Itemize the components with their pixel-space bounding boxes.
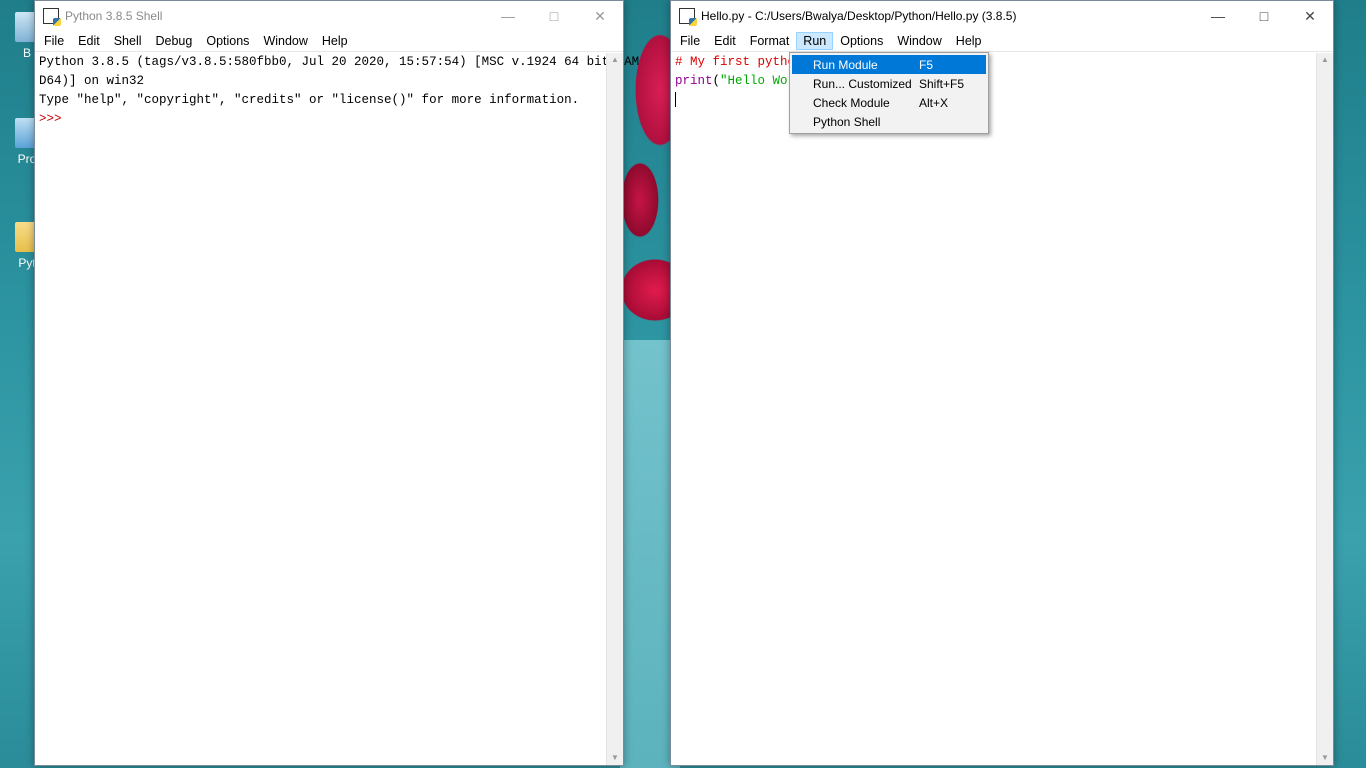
shell-prompt: >>> bbox=[39, 112, 62, 126]
scroll-up-icon[interactable]: ▲ bbox=[607, 53, 623, 67]
shell-window-title: Python 3.8.5 Shell bbox=[65, 9, 163, 23]
run-menu-dropdown: Run Module F5 Run... Customized Shift+F5… bbox=[789, 52, 989, 134]
shell-output-line: D64)] on win32 bbox=[39, 74, 145, 88]
shell-output-line: Type "help", "copyright", "credits" or "… bbox=[39, 93, 580, 107]
menu-item-shortcut: Alt+X bbox=[919, 95, 949, 110]
menu-item-label: Run Module bbox=[813, 57, 878, 72]
shell-output-line: Python 3.8.5 (tags/v3.8.5:580fbb0, Jul 2… bbox=[39, 55, 640, 69]
scroll-down-icon[interactable]: ▼ bbox=[1317, 751, 1333, 765]
menu-item-label: Check Module bbox=[813, 95, 890, 110]
shell-scrollbar[interactable]: ▲ ▼ bbox=[606, 53, 623, 765]
code-builtin: print bbox=[675, 74, 713, 88]
shell-titlebar[interactable]: Python 3.8.5 Shell — □ ✕ bbox=[35, 1, 623, 31]
code-editor[interactable]: # My first pytho print("Hello Wor bbox=[671, 53, 1317, 765]
editor-menu-run[interactable]: Run bbox=[796, 32, 834, 50]
code-line: # My first pytho bbox=[675, 53, 1317, 72]
editor-menu-help[interactable]: Help bbox=[949, 32, 989, 50]
editor-window: Hello.py - C:/Users/Bwalya/Desktop/Pytho… bbox=[670, 0, 1334, 766]
scroll-down-icon[interactable]: ▼ bbox=[607, 751, 623, 765]
maximize-icon[interactable]: □ bbox=[1241, 1, 1287, 31]
menu-item-check-module[interactable]: Check Module Alt+X bbox=[792, 93, 986, 112]
idle-app-icon bbox=[43, 8, 61, 26]
code-paren: ( bbox=[712, 74, 721, 88]
shell-menu-options[interactable]: Options bbox=[199, 32, 256, 50]
code-string: "Hello Wor bbox=[720, 74, 796, 88]
menu-item-label: Python Shell bbox=[813, 114, 881, 129]
editor-window-title: Hello.py - C:/Users/Bwalya/Desktop/Pytho… bbox=[701, 9, 1017, 23]
close-icon[interactable]: ✕ bbox=[1287, 1, 1333, 31]
editor-menu-file[interactable]: File bbox=[673, 32, 707, 50]
shell-output-area[interactable]: Python 3.8.5 (tags/v3.8.5:580fbb0, Jul 2… bbox=[35, 53, 640, 765]
shell-window-controls: — □ ✕ bbox=[485, 1, 623, 31]
minimize-icon[interactable]: — bbox=[485, 1, 531, 31]
editor-menu-options[interactable]: Options bbox=[833, 32, 890, 50]
python-shell-window: Python 3.8.5 Shell — □ ✕ File Edit Shell… bbox=[34, 0, 640, 766]
shell-menu-file[interactable]: File bbox=[37, 32, 71, 50]
editor-menu-edit[interactable]: Edit bbox=[707, 32, 743, 50]
editor-titlebar[interactable]: Hello.py - C:/Users/Bwalya/Desktop/Pytho… bbox=[671, 1, 1333, 31]
editor-scrollbar[interactable]: ▲ ▼ bbox=[1316, 53, 1333, 765]
menu-item-run-module[interactable]: Run Module F5 bbox=[792, 55, 986, 74]
menu-item-shortcut: Shift+F5 bbox=[919, 76, 965, 91]
maximize-icon[interactable]: □ bbox=[531, 1, 577, 31]
menu-item-shortcut: F5 bbox=[919, 57, 934, 72]
editor-menu-format[interactable]: Format bbox=[743, 32, 797, 50]
shell-menubar: File Edit Shell Debug Options Window Hel… bbox=[35, 31, 623, 52]
code-comment: # My first pytho bbox=[675, 55, 796, 69]
menu-item-python-shell[interactable]: Python Shell bbox=[792, 112, 986, 131]
shell-menu-edit[interactable]: Edit bbox=[71, 32, 107, 50]
shell-menu-help[interactable]: Help bbox=[315, 32, 355, 50]
text-cursor bbox=[675, 92, 676, 108]
editor-menu-window[interactable]: Window bbox=[890, 32, 948, 50]
shell-menu-shell[interactable]: Shell bbox=[107, 32, 149, 50]
editor-menubar: File Edit Format Run Options Window Help bbox=[671, 31, 1333, 52]
menu-item-label: Run... Customized bbox=[813, 76, 912, 91]
minimize-icon[interactable]: — bbox=[1195, 1, 1241, 31]
close-icon[interactable]: ✕ bbox=[577, 1, 623, 31]
idle-app-icon bbox=[679, 8, 697, 26]
editor-window-controls: — □ ✕ bbox=[1195, 1, 1333, 31]
desktop-icon-label: B bbox=[22, 46, 31, 60]
shell-menu-window[interactable]: Window bbox=[256, 32, 314, 50]
code-line: print("Hello Wor bbox=[675, 72, 1317, 91]
menu-item-run-customized[interactable]: Run... Customized Shift+F5 bbox=[792, 74, 986, 93]
scroll-up-icon[interactable]: ▲ bbox=[1317, 53, 1333, 67]
shell-menu-debug[interactable]: Debug bbox=[149, 32, 200, 50]
code-line bbox=[675, 91, 1317, 110]
